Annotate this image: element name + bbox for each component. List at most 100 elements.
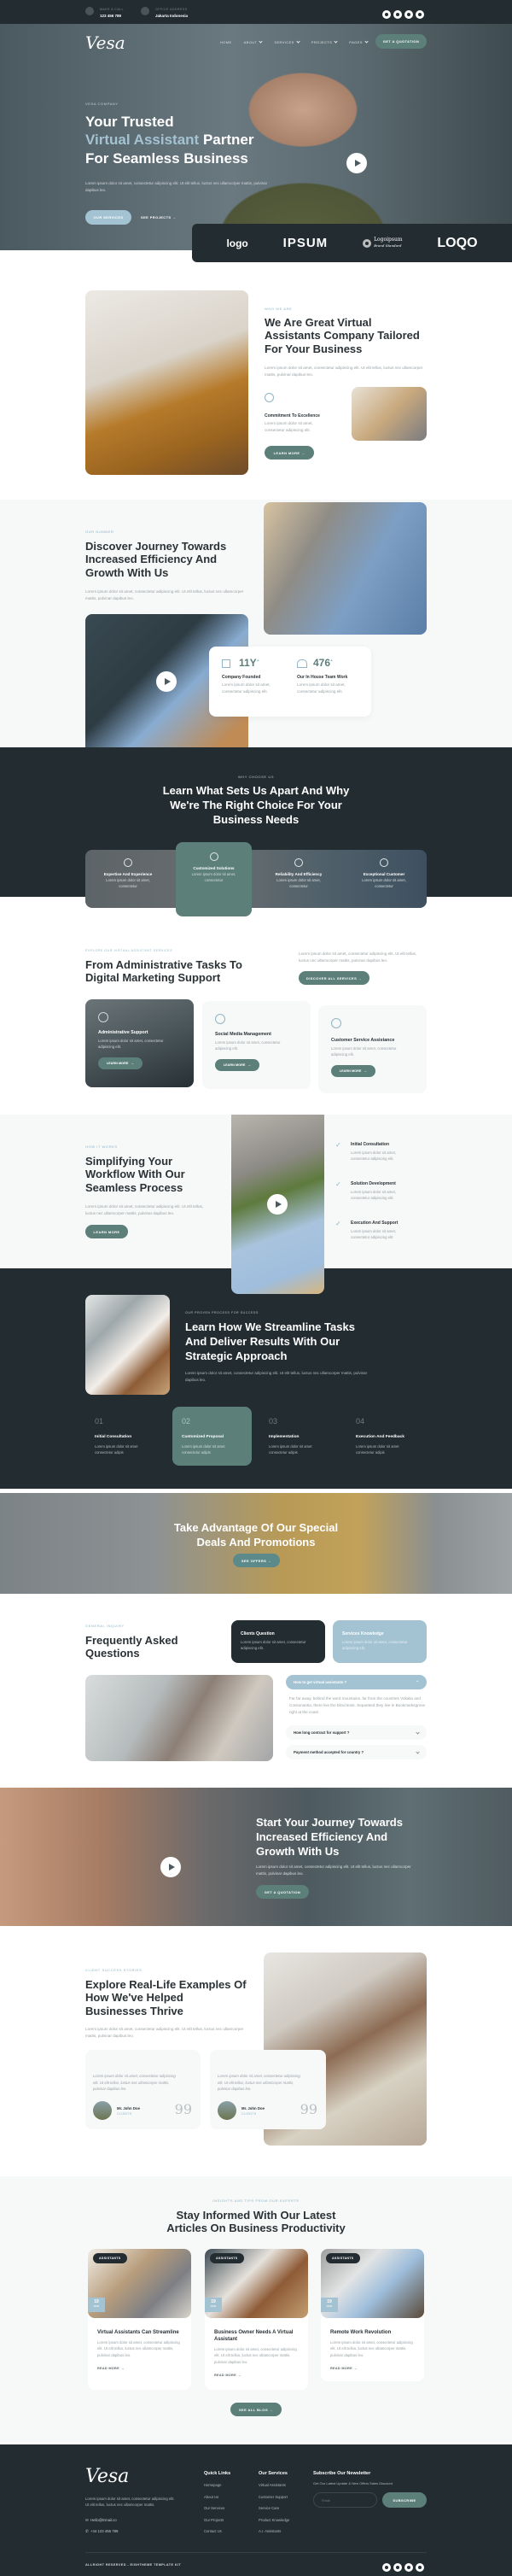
hero-eyebrow: VESA COMPANY: [85, 102, 119, 106]
service-card-title: Customer Service Assistance: [331, 1038, 395, 1043]
button-label: LEARN MORE: [106, 1061, 129, 1065]
blog-card[interactable]: ASSISTANTS 19 MAR Virtual Assistants Can St…: [88, 2249, 191, 2390]
faq-question: Payment method accepted for country ?: [294, 1750, 364, 1754]
logoipsum-icon: [363, 238, 372, 248]
button-label: LEARN MORE: [273, 450, 300, 455]
footer-link[interactable]: Contact Us: [204, 2529, 224, 2533]
services-title: From Administrative Tasks To Digital Mar…: [85, 958, 242, 985]
nav-item-services[interactable]: SERVICES: [274, 39, 300, 44]
nav-item-home[interactable]: HOME: [220, 40, 232, 44]
faq-tab-services[interactable]: Services Knowledge Lorem ipsum dolor sit…: [333, 1620, 427, 1663]
nav-item-projects[interactable]: PROJECTS: [311, 39, 338, 44]
faq-eyebrow: GENERAL INQUIRY: [85, 1624, 125, 1628]
play-video-button[interactable]: [156, 671, 177, 692]
faq-tab-clients[interactable]: Clients Question Lorem ipsum dolor sit a…: [231, 1620, 325, 1663]
handshake-icon: [380, 858, 388, 867]
strategy-body: Lorem ipsum dolor sit amet, consectetur …: [185, 1371, 368, 1382]
logo-text: Logoipsum: [374, 236, 403, 243]
blog-card[interactable]: ASSISTANTS 19 MAR Remote Work Revolution Lor…: [321, 2249, 424, 2381]
youtube-icon[interactable]: [404, 10, 413, 19]
footer-link[interactable]: Customer Support: [259, 2495, 289, 2499]
twitter-icon[interactable]: [393, 2563, 402, 2572]
read-more-link[interactable]: READ MORE →: [330, 2367, 415, 2370]
footer-phone[interactable]: ✆ +44 123 456 789: [85, 2529, 118, 2534]
service-card: Administrative Support Lorem ipsum dolor …: [85, 999, 194, 1087]
discover-all-services-button[interactable]: DISCOVER ALL SERVICES →: [299, 971, 369, 985]
target-check-icon: [209, 852, 218, 861]
testimonial-role: CLIENTS: [117, 2112, 132, 2116]
hero-section: Vesa HOME ABOUT SERVICES PROJECTS PAGES …: [0, 24, 512, 250]
blog-tag[interactable]: ASSISTANTS: [93, 2253, 127, 2263]
arrow-right-icon: →: [120, 2367, 125, 2371]
testimonial-name: Mr. John Doe: [241, 2106, 265, 2111]
faq-image: [85, 1675, 273, 1761]
footer-link[interactable]: Product Knowledge: [259, 2518, 289, 2522]
see-offers-button[interactable]: SEE OFFERS →: [233, 1554, 280, 1567]
faq-item[interactable]: How long contract for support ?: [286, 1725, 427, 1740]
footer-email[interactable]: ✉ Hello@Email.co: [85, 2518, 117, 2523]
footer-link[interactable]: Our Services: [204, 2506, 224, 2510]
call-value[interactable]: 123 456 789: [100, 14, 121, 18]
address-label: OFFICE ADDRESS: [155, 8, 188, 11]
step-title: Implementation: [269, 1435, 300, 1439]
play-video-button[interactable]: [160, 1857, 181, 1877]
see-projects-link[interactable]: SEE PROJECTS →: [141, 215, 176, 220]
blog-title[interactable]: Remote Work Revolution: [330, 2330, 415, 2337]
learn-more-button[interactable]: LEARN MORE →: [265, 446, 314, 460]
twitter-icon[interactable]: [393, 10, 402, 19]
get-quotation-button[interactable]: GET A QUOTATION: [375, 34, 427, 49]
read-more-link[interactable]: READ MORE →: [214, 2374, 299, 2377]
faq-item[interactable]: Payment method accepted for country ?: [286, 1745, 427, 1759]
our-services-button[interactable]: OUR SERVICES: [85, 210, 131, 225]
read-more-link[interactable]: READ MORE →: [97, 2367, 182, 2370]
why-card-title: Exceptional Customer: [363, 872, 405, 876]
footer-link[interactable]: A.I. Assistants: [259, 2529, 289, 2533]
learn-more-button[interactable]: LEARN MORE: [85, 1225, 128, 1238]
see-all-blog-button[interactable]: SEE ALL BLOG →: [230, 2403, 282, 2416]
instagram-icon[interactable]: [416, 10, 424, 19]
footer-link[interactable]: Virtual Assistants: [259, 2483, 289, 2487]
blog-title[interactable]: Business Owner Needs A Virtual Assistant: [214, 2330, 299, 2344]
facebook-icon[interactable]: [382, 10, 391, 19]
faq-tab-body: Lorem ipsum dolor sit amet, consectetur …: [241, 1640, 306, 1651]
link-label: READ MORE: [214, 2374, 236, 2378]
get-quotation-button[interactable]: GET A QUOTATION: [256, 1885, 309, 1899]
logo[interactable]: Vesa: [85, 32, 125, 53]
footer-link[interactable]: About Us: [204, 2495, 224, 2499]
hero-title-highlight: Virtual Assistant: [85, 132, 200, 149]
learn-more-button[interactable]: LEARN MORE →: [331, 1064, 375, 1077]
blog-image: ASSISTANTS 19 MAR: [321, 2249, 424, 2318]
why-card: Customized Solutions Lorem ipsum dolor si…: [176, 852, 252, 883]
footer-link[interactable]: Our Projects: [204, 2518, 224, 2522]
footer-link[interactable]: Homepage: [204, 2483, 224, 2487]
footer-logo[interactable]: Vesa: [85, 2466, 129, 2487]
learn-more-button[interactable]: LEARN MORE →: [98, 1057, 143, 1069]
blog-title[interactable]: Virtual Assistants Can Streamline: [97, 2330, 182, 2337]
chevron-down-icon: [259, 39, 264, 44]
play-video-button[interactable]: [346, 153, 367, 173]
blog-tag[interactable]: ASSISTANTS: [326, 2253, 360, 2263]
faq-item-open[interactable]: How to get virtual assistants ? ⌃: [286, 1675, 427, 1689]
stat-value: 476+: [313, 657, 333, 669]
blog-card[interactable]: ASSISTANTS 19 MAR Business Owner Needs A Vi…: [205, 2249, 308, 2390]
cta-title: Start Your Journey Towards Increased Eff…: [256, 1816, 403, 1858]
step-body: Lorem ipsum dolor sit amet consectetur a…: [95, 1444, 138, 1455]
faq-title: Frequently Asked Questions: [85, 1634, 178, 1660]
blog-tag[interactable]: ASSISTANTS: [210, 2253, 244, 2263]
instagram-icon[interactable]: [416, 2563, 424, 2572]
promo-title: Take Advantage Of Our Special Deals And …: [173, 1521, 339, 1549]
arrow-right-icon: →: [237, 2374, 242, 2378]
nav-label: PAGES: [349, 40, 363, 44]
footer-link[interactable]: Service Care: [259, 2506, 289, 2510]
newsletter-email-input[interactable]: [313, 2492, 377, 2508]
date-badge: 19 MAR: [88, 2298, 105, 2312]
subscribe-button[interactable]: SUBSCRIBE: [382, 2492, 427, 2508]
newsletter-body: Get Our Latest Update & New Offers Sales…: [313, 2481, 393, 2485]
nav-item-about[interactable]: ABOUT: [244, 39, 264, 44]
youtube-icon[interactable]: [404, 2563, 413, 2572]
play-video-button[interactable]: [267, 1194, 288, 1215]
process-step-title: Initial Consultation: [351, 1142, 389, 1147]
nav-item-pages[interactable]: PAGES: [349, 39, 369, 44]
facebook-icon[interactable]: [382, 2563, 391, 2572]
learn-more-button[interactable]: LEARN MORE →: [215, 1058, 259, 1071]
